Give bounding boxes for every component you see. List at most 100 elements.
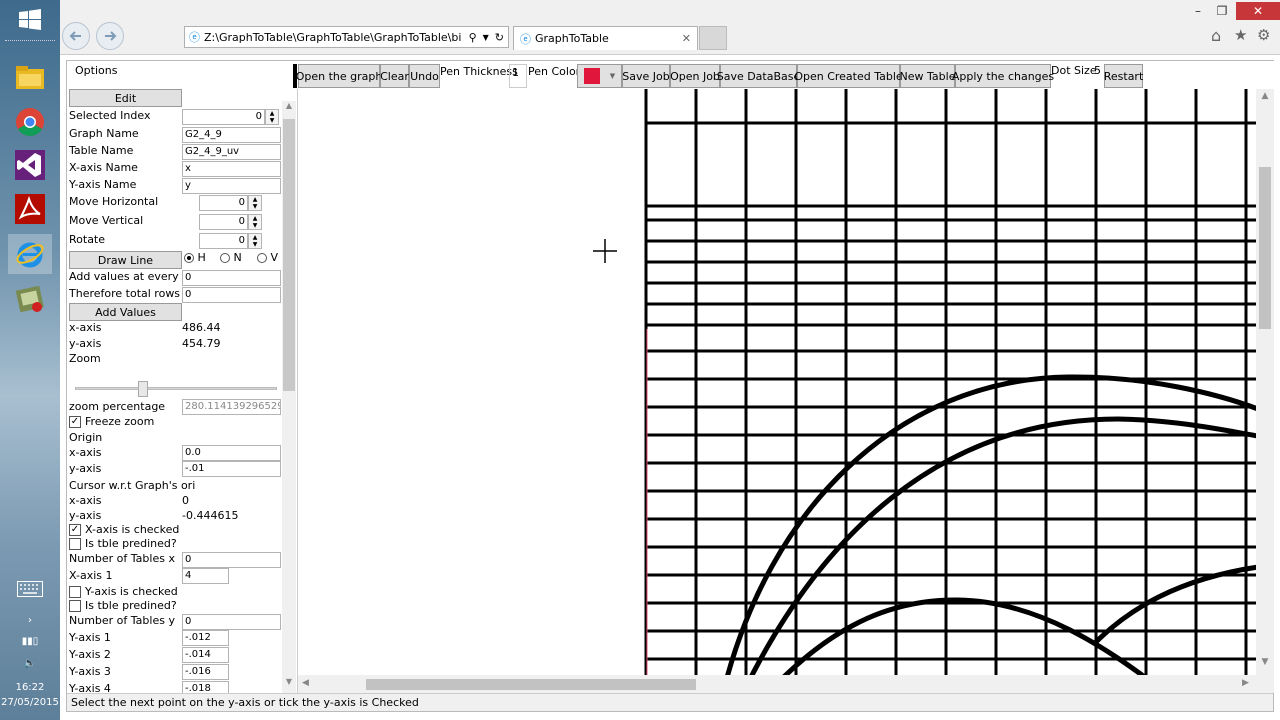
add-values-button[interactable]: Add Values: [69, 303, 182, 321]
graph-image[interactable]: [298, 89, 1275, 693]
scroll-down-icon[interactable]: ▼: [282, 677, 296, 691]
home-icon[interactable]: ⌂: [1211, 26, 1221, 45]
edit-button[interactable]: Edit: [69, 89, 182, 107]
acrobat-icon[interactable]: [8, 189, 52, 229]
close-window-icon[interactable]: ✕: [1236, 2, 1280, 20]
options-scrollbar[interactable]: ▲ ▼: [282, 101, 296, 693]
canvas-vscroll-thumb[interactable]: [1259, 167, 1271, 329]
graph-name-field[interactable]: G2_4_9: [182, 127, 281, 143]
graphtotable-app-icon[interactable]: [8, 280, 52, 320]
y-axis-1-field[interactable]: -.012: [182, 630, 229, 646]
apply-changes-button[interactable]: Apply the changes: [952, 64, 1054, 88]
radio-n-circle[interactable]: [220, 253, 230, 263]
x-axis-name-field[interactable]: x: [182, 161, 281, 177]
new-tab-button[interactable]: [699, 26, 727, 50]
y-axis-3-field[interactable]: -.016: [182, 664, 229, 680]
pen-thickness-field[interactable]: 1: [509, 64, 527, 88]
internet-explorer-icon[interactable]: [8, 234, 52, 274]
y-checked-check[interactable]: [69, 586, 81, 598]
zoom-percentage-field[interactable]: 280.114139296529: [182, 399, 281, 415]
freeze-zoom-checkbox[interactable]: ✓ Freeze zoom: [69, 415, 154, 428]
canvas-scroll-up-icon[interactable]: ▲: [1256, 91, 1274, 101]
undo-button[interactable]: Undo: [409, 64, 440, 88]
restore-icon[interactable]: ❐: [1213, 2, 1231, 20]
y-axis-name-field[interactable]: y: [182, 178, 281, 194]
open-graph-button[interactable]: Open the graph: [296, 64, 382, 88]
x-axis-1-field[interactable]: 4: [182, 568, 229, 584]
gear-icon[interactable]: ⚙: [1257, 26, 1270, 44]
clear-button[interactable]: Clear: [380, 64, 409, 88]
tray-expand-icon[interactable]: ›: [0, 615, 60, 626]
selected-index-stepper[interactable]: ▲ ▼: [265, 109, 279, 125]
move-vertical-stepper[interactable]: ▲ ▼: [248, 214, 262, 230]
graph-canvas[interactable]: ▲ ▼ ◀ ▶: [298, 89, 1275, 693]
canvas-scroll-down-icon[interactable]: ▼: [1256, 657, 1274, 667]
num-tables-y-field[interactable]: 0: [182, 614, 281, 630]
add-values-every-field[interactable]: 0: [182, 270, 281, 286]
radio-v-circle[interactable]: [257, 253, 267, 263]
save-job-button[interactable]: Save Job: [622, 64, 670, 88]
volume-icon[interactable]: 🔈: [0, 658, 60, 669]
y-axis-2-field[interactable]: -.014: [182, 647, 229, 663]
file-explorer-icon[interactable]: [8, 57, 52, 97]
radio-n[interactable]: N: [220, 251, 242, 264]
rotate-field[interactable]: 0: [199, 233, 248, 249]
favorites-star-icon[interactable]: ★: [1234, 26, 1247, 44]
selected-index-field[interactable]: 0: [182, 109, 265, 125]
scroll-up-icon[interactable]: ▲: [282, 101, 296, 115]
pen-color-picker[interactable]: ▼: [577, 64, 622, 88]
draw-line-button[interactable]: Draw Line: [69, 251, 182, 269]
x-checked-checkbox[interactable]: ✓ X-axis is checked: [69, 523, 179, 536]
tab-close-icon[interactable]: ✕: [682, 32, 691, 45]
save-database-button[interactable]: Save DataBase: [717, 64, 800, 88]
y-predined-check[interactable]: [69, 600, 81, 612]
x-checked-check[interactable]: ✓: [69, 524, 81, 536]
restart-button[interactable]: Restart: [1104, 64, 1143, 88]
minimize-icon[interactable]: –: [1189, 2, 1207, 20]
zoom-slider-track[interactable]: [75, 387, 277, 390]
back-icon[interactable]: [62, 22, 90, 50]
refresh-icon[interactable]: ↻: [495, 31, 504, 44]
move-horizontal-stepper[interactable]: ▲ ▼: [248, 195, 262, 211]
move-vertical-field[interactable]: 0: [199, 214, 248, 230]
dot-size-field[interactable]: 5: [1094, 64, 1104, 88]
move-horizontal-field[interactable]: 0: [199, 195, 248, 211]
zoom-slider-thumb[interactable]: [138, 381, 148, 397]
open-created-table-button[interactable]: Open Created Table: [794, 64, 903, 88]
clock-time[interactable]: 16:22: [0, 682, 60, 693]
visual-studio-icon[interactable]: [8, 145, 52, 185]
search-icon[interactable]: ⚲: [469, 31, 477, 44]
browser-tab[interactable]: ⓔ GraphToTable ✕: [513, 26, 698, 50]
table-name-field[interactable]: G2_4_9_uv: [182, 144, 281, 160]
origin-y-field[interactable]: -.01: [182, 461, 281, 477]
clock-date[interactable]: 27/05/2015: [0, 697, 60, 708]
forward-icon[interactable]: [96, 22, 124, 50]
address-bar[interactable]: ⓔ Z:\GraphToTable\GraphToTable\GraphToTa…: [184, 26, 509, 48]
new-table-button[interactable]: New Table: [900, 64, 955, 88]
canvas-hscroll-thumb[interactable]: [366, 679, 696, 690]
y-axis-4-field[interactable]: -.018: [182, 681, 229, 693]
canvas-vertical-scrollbar[interactable]: ▲ ▼: [1256, 89, 1274, 693]
radio-h[interactable]: H: [184, 251, 206, 264]
canvas-scroll-right-icon[interactable]: ▶: [1242, 678, 1249, 688]
y-checked-checkbox[interactable]: Y-axis is checked: [69, 585, 178, 598]
x-predined-checkbox[interactable]: Is tble predined?: [69, 537, 177, 550]
y-predined-checkbox[interactable]: Is tble predined?: [69, 599, 177, 612]
canvas-horizontal-scrollbar[interactable]: ◀ ▶: [298, 675, 1256, 693]
x-predined-check[interactable]: [69, 538, 81, 550]
freeze-zoom-check[interactable]: ✓: [69, 416, 81, 428]
num-tables-x-field[interactable]: 0: [182, 552, 281, 568]
windows-start-icon[interactable]: [8, 2, 52, 38]
options-scrollbar-thumb[interactable]: [283, 119, 295, 391]
canvas-scroll-left-icon[interactable]: ◀: [302, 678, 309, 688]
origin-x-field[interactable]: 0.0: [182, 445, 281, 461]
radio-h-circle[interactable]: [184, 253, 194, 263]
total-rows-field[interactable]: 0: [182, 287, 281, 303]
keyboard-icon[interactable]: [8, 570, 52, 608]
rotate-stepper[interactable]: ▲ ▼: [248, 233, 262, 249]
radio-v[interactable]: V: [257, 251, 278, 264]
chrome-icon[interactable]: [8, 102, 52, 142]
open-job-button[interactable]: Open Job: [670, 64, 720, 88]
dropdown-icon[interactable]: ▼: [483, 33, 489, 42]
network-icon[interactable]: ▮▮▯: [0, 636, 60, 647]
